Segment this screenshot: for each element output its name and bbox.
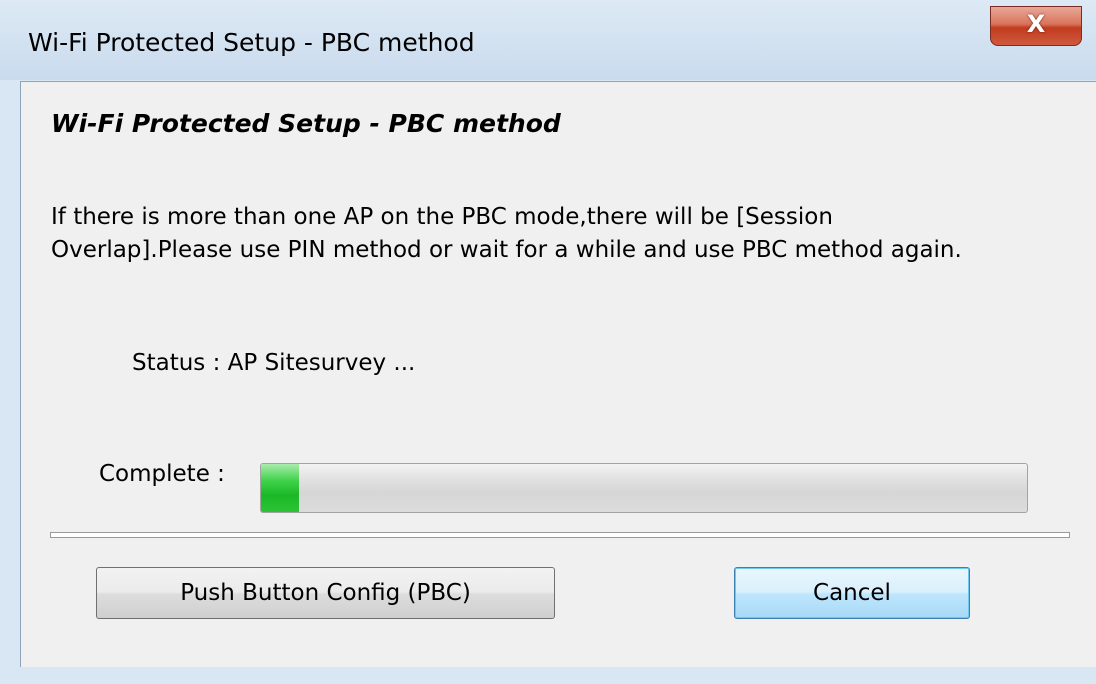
status-text: Status : AP Sitesurvey ... bbox=[132, 350, 416, 376]
window-title: Wi-Fi Protected Setup - PBC method bbox=[28, 28, 475, 57]
separator-line bbox=[50, 532, 1070, 538]
dialog-body: Wi-Fi Protected Setup - PBC method If th… bbox=[20, 81, 1096, 667]
info-message-line-2: Overlap].Please use PIN method or wait f… bbox=[51, 237, 962, 263]
complete-label: Complete : bbox=[99, 461, 225, 487]
close-icon: X bbox=[1026, 10, 1046, 38]
cancel-button[interactable]: Cancel bbox=[734, 567, 970, 619]
close-button[interactable]: X bbox=[990, 6, 1082, 46]
dialog-heading: Wi-Fi Protected Setup - PBC method bbox=[51, 109, 561, 138]
info-message: If there is more than one AP on the PBC … bbox=[51, 201, 962, 267]
info-message-line-1: If there is more than one AP on the PBC … bbox=[51, 204, 833, 230]
progress-bar bbox=[260, 463, 1028, 513]
push-button-config-button[interactable]: Push Button Config (PBC) bbox=[96, 567, 555, 619]
progress-bar-fill bbox=[261, 464, 300, 512]
title-bar[interactable]: Wi-Fi Protected Setup - PBC method X bbox=[0, 0, 1096, 80]
wps-pbc-window: Wi-Fi Protected Setup - PBC method X Wi-… bbox=[0, 0, 1096, 684]
